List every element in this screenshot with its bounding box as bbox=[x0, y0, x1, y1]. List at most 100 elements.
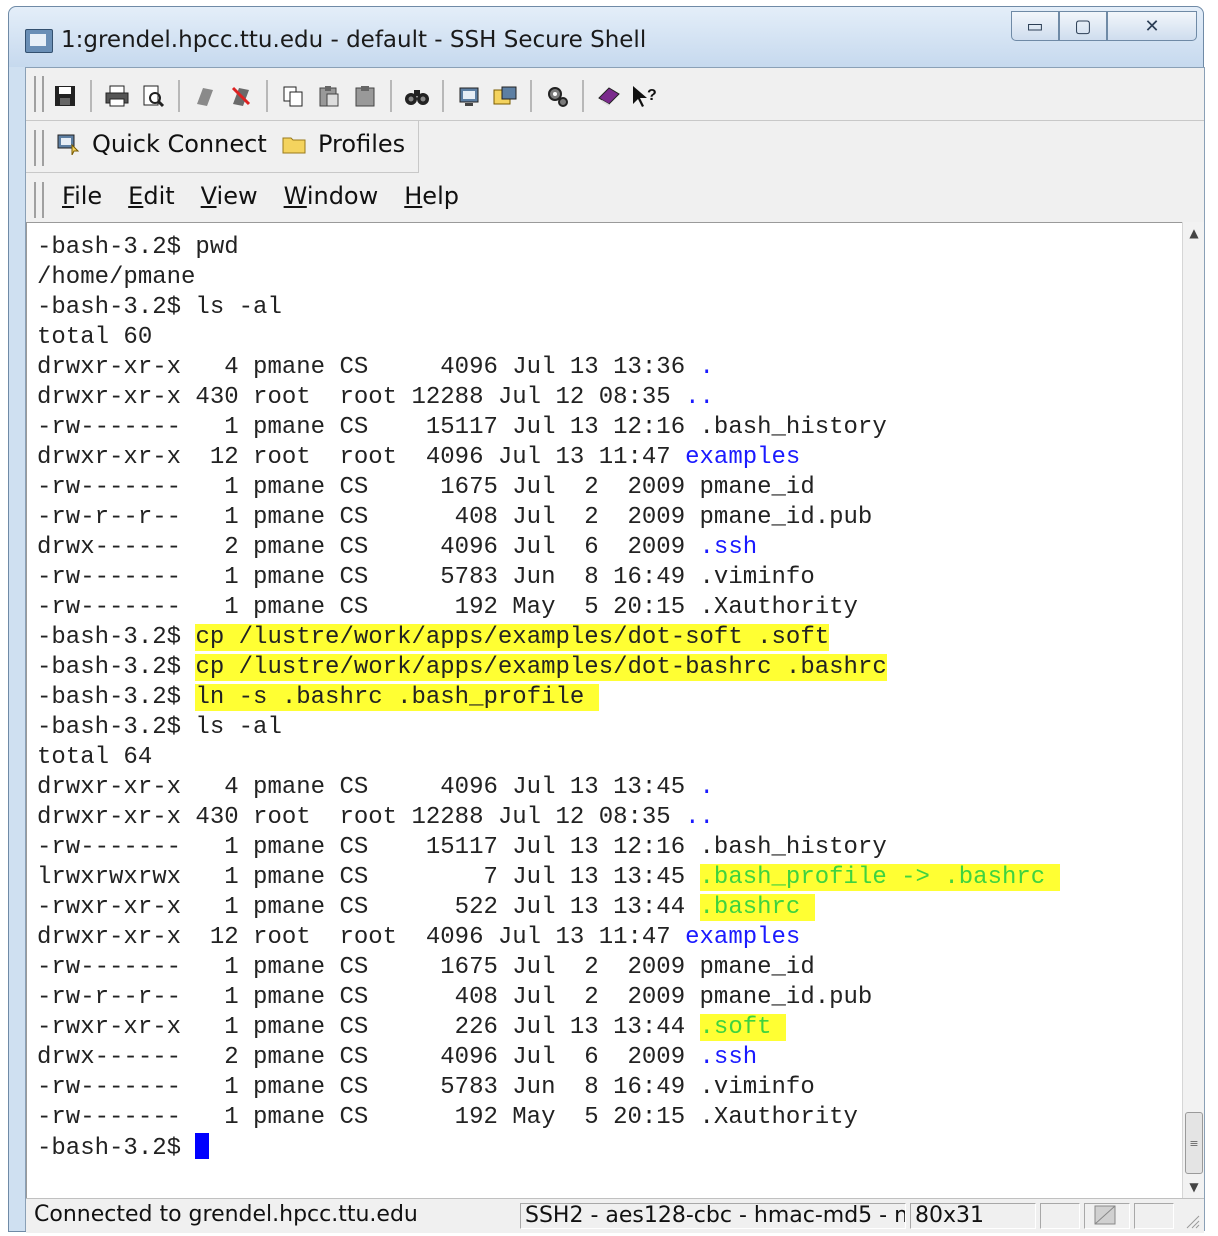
toolbar-separator bbox=[530, 80, 532, 112]
scroll-up-icon[interactable]: ▲ bbox=[1183, 222, 1205, 244]
window-title: 1:grendel.hpcc.ttu.edu - default - SSH S… bbox=[61, 27, 647, 53]
minimize-button[interactable]: ▭ bbox=[1011, 11, 1059, 41]
terminal-text: -rwxr-xr-x 1 pmane CS 522 Jul 13 13:44 bbox=[37, 894, 700, 921]
terminal-line: -bash-3.2$ cp /lustre/work/apps/examples… bbox=[37, 653, 1060, 683]
toolbar-separator bbox=[442, 80, 444, 112]
terminal-text: -rw------- 1 pmane CS 5783 Jun 8 16:49 .… bbox=[37, 1074, 815, 1101]
terminal-text: .ssh bbox=[699, 1044, 758, 1071]
status-panel-empty bbox=[1134, 1203, 1174, 1229]
terminal-line: drwx------ 2 pmane CS 4096 Jul 6 2009 .s… bbox=[37, 1043, 1060, 1073]
close-button[interactable]: ✕ bbox=[1107, 11, 1197, 41]
terminal-text: drwxr-xr-x 4 pmane CS 4096 Jul 13 13:36 bbox=[37, 354, 700, 381]
profiles-button[interactable]: Profiles bbox=[282, 130, 405, 158]
disconnect-icon[interactable] bbox=[190, 81, 220, 111]
toolbar-grip[interactable] bbox=[34, 182, 44, 218]
paste-icon[interactable] bbox=[314, 81, 344, 111]
terminal-text: total 60 bbox=[37, 324, 153, 351]
terminal-line: -rw-r--r-- 1 pmane CS 408 Jul 2 2009 pma… bbox=[37, 983, 1060, 1013]
app-icon[interactable] bbox=[25, 29, 53, 53]
terminal-text: -bash-3.2$ bbox=[37, 624, 196, 651]
terminal-text: -rw------- 1 pmane CS 192 May 5 20:15 .X… bbox=[37, 594, 858, 621]
quick-connect-bar: Quick Connect Profiles bbox=[26, 120, 419, 173]
quick-connect-button[interactable]: Quick Connect bbox=[56, 130, 267, 158]
svg-text:?: ? bbox=[647, 87, 657, 104]
terminal-text: -rw------- 1 pmane CS 192 May 5 20:15 .X… bbox=[37, 1104, 858, 1131]
terminal-text: /home/pmane bbox=[37, 264, 196, 291]
encryption-status-icon bbox=[1084, 1203, 1130, 1229]
paste-alt-icon[interactable] bbox=[350, 81, 380, 111]
terminal-line: -bash-3.2$ bbox=[37, 1133, 1060, 1163]
terminal-text: -rw------- 1 pmane CS 15117 Jul 13 12:16… bbox=[37, 414, 887, 441]
title-bar[interactable]: 1:grendel.hpcc.ttu.edu - default - SSH S… bbox=[9, 7, 1203, 67]
terminal-line: total 64 bbox=[37, 743, 1060, 773]
terminal-text: -rwxr-xr-x 1 pmane CS 226 Jul 13 13:44 bbox=[37, 1014, 700, 1041]
copy-icon[interactable] bbox=[278, 81, 308, 111]
terminal-text: -bash-3.2$ ls -al bbox=[37, 714, 282, 741]
terminal-line: -rw------- 1 pmane CS 1675 Jul 2 2009 pm… bbox=[37, 473, 1060, 503]
terminal-text: drwxr-xr-x 4 pmane CS 4096 Jul 13 13:45 bbox=[37, 774, 700, 801]
terminal-text: lrwxrwxrwx 1 pmane CS 7 Jul 13 13:45 bbox=[37, 864, 700, 891]
client-area: ? Quick Connect Profiles File Edit View Win bbox=[25, 67, 1205, 1233]
terminal-text: drwxr-xr-x 430 root root 12288 Jul 12 08… bbox=[37, 804, 686, 831]
print-preview-icon[interactable] bbox=[138, 81, 168, 111]
disconnect-profile-icon[interactable] bbox=[226, 81, 256, 111]
quick-connect-icon bbox=[56, 133, 80, 155]
terminal-line: total 60 bbox=[37, 323, 1060, 353]
toolbar-grip[interactable] bbox=[34, 76, 44, 112]
settings-icon[interactable] bbox=[542, 81, 572, 111]
toolbar-grip[interactable] bbox=[34, 130, 44, 166]
terminal-line: -rw------- 1 pmane CS 15117 Jul 13 12:16… bbox=[37, 413, 1060, 443]
find-icon[interactable] bbox=[402, 81, 432, 111]
terminal-line: -bash-3.2$ ln -s .bashrc .bash_profile bbox=[37, 683, 1060, 713]
terminal-line: drwxr-xr-x 430 root root 12288 Jul 12 08… bbox=[37, 803, 1060, 833]
terminal-line: -bash-3.2$ ls -al bbox=[37, 293, 1060, 323]
terminal-line: -bash-3.2$ cp /lustre/work/apps/examples… bbox=[37, 623, 1060, 653]
terminal-text: .bash_profile -> .bashrc bbox=[699, 864, 1060, 891]
terminal-text: -rw-r--r-- 1 pmane CS 408 Jul 2 2009 pma… bbox=[37, 504, 873, 531]
terminal-text: examples bbox=[685, 444, 801, 471]
terminal-text: cp /lustre/work/apps/examples/dot-bashrc… bbox=[195, 654, 887, 681]
terminal-text: -rw------- 1 pmane CS 15117 Jul 13 12:16… bbox=[37, 834, 887, 861]
terminal-text: -rw------- 1 pmane CS 1675 Jul 2 2009 pm… bbox=[37, 474, 815, 501]
print-icon[interactable] bbox=[102, 81, 132, 111]
status-bar: Connected to grendel.hpcc.ttu.edu SSH2 -… bbox=[26, 1198, 1204, 1233]
resize-grip-icon[interactable] bbox=[1182, 1211, 1200, 1229]
terminal-text: -rw------- 1 pmane CS 1675 Jul 2 2009 pm… bbox=[37, 954, 815, 981]
maximize-button[interactable]: ▢ bbox=[1059, 11, 1107, 41]
toolbar-icons: ? bbox=[50, 80, 666, 112]
menu-item-edit[interactable]: Edit bbox=[128, 182, 174, 210]
folder-icon bbox=[282, 133, 306, 155]
save-icon[interactable] bbox=[50, 81, 80, 111]
vertical-scrollbar[interactable]: ▲ ≡ ▼ bbox=[1182, 222, 1204, 1198]
menu-item-help[interactable]: Help bbox=[404, 182, 459, 210]
main-toolbar: ? bbox=[26, 68, 1204, 121]
terminal-line: -rw------- 1 pmane CS 192 May 5 20:15 .X… bbox=[37, 1103, 1060, 1133]
terminal-line: -bash-3.2$ ls -al bbox=[37, 713, 1060, 743]
terminal-line: -rw------- 1 pmane CS 15117 Jul 13 12:16… bbox=[37, 833, 1060, 863]
terminal-text: -bash-3.2$ bbox=[37, 654, 196, 681]
terminal-text: -bash-3.2$ bbox=[37, 1135, 196, 1162]
terminal-text: -bash-3.2$ ls -al bbox=[37, 294, 282, 321]
menu-item-file[interactable]: File bbox=[62, 182, 102, 210]
terminal-line: -rwxr-xr-x 1 pmane CS 226 Jul 13 13:44 .… bbox=[37, 1013, 1060, 1043]
help-book-icon[interactable] bbox=[594, 81, 624, 111]
cipher-status: SSH2 - aes128-cbc - hmac-md5 - nc bbox=[520, 1203, 906, 1229]
toolbar-separator bbox=[266, 80, 268, 112]
menu-item-view[interactable]: View bbox=[201, 182, 258, 210]
scroll-down-icon[interactable]: ▼ bbox=[1183, 1176, 1205, 1198]
new-terminal-icon[interactable] bbox=[454, 81, 484, 111]
quick-connect-label: Quick Connect bbox=[92, 130, 267, 158]
terminal-text: . bbox=[699, 774, 714, 801]
terminal-text: drwxr-xr-x 12 root root 4096 Jul 13 11:4… bbox=[37, 924, 686, 951]
terminal-size: 80x31 bbox=[910, 1203, 1036, 1229]
terminal-output[interactable]: -bash-3.2$ pwd/home/pmane -bash-3.2$ ls -… bbox=[26, 222, 1182, 1198]
whats-this-icon[interactable]: ? bbox=[630, 81, 660, 111]
new-file-transfer-icon[interactable] bbox=[490, 81, 520, 111]
terminal-text: -bash-3.2$ bbox=[37, 684, 196, 711]
terminal-line: -rw------- 1 pmane CS 5783 Jun 8 16:49 .… bbox=[37, 563, 1060, 593]
menu-item-window[interactable]: Window bbox=[284, 182, 379, 210]
toolbar-separator bbox=[582, 80, 584, 112]
scroll-thumb[interactable]: ≡ bbox=[1185, 1112, 1203, 1174]
terminal-line: -rwxr-xr-x 1 pmane CS 522 Jul 13 13:44 .… bbox=[37, 893, 1060, 923]
terminal-line: lrwxrwxrwx 1 pmane CS 7 Jul 13 13:45 .ba… bbox=[37, 863, 1060, 893]
